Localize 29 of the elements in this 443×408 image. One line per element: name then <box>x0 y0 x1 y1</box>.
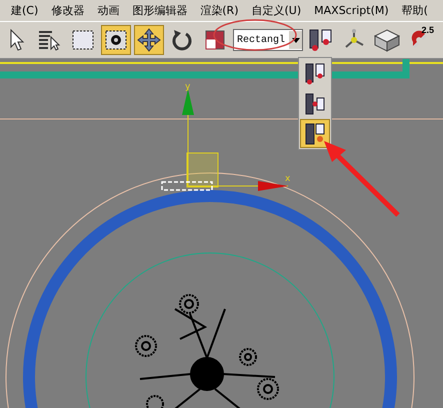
flyout-button[interactable] <box>300 119 330 148</box>
cursor-icon <box>9 29 25 51</box>
list-cursor-icon <box>38 29 62 51</box>
align-icon <box>304 92 326 116</box>
dashed-square-icon <box>71 29 95 51</box>
selection-dropdown[interactable]: Rectangl <box>233 29 303 51</box>
menu-item[interactable]: 图形编辑器 <box>132 3 188 18</box>
menu-item[interactable]: 渲染(R) <box>200 3 238 18</box>
snap-button[interactable]: 2.5 <box>405 25 435 55</box>
toolbar-button[interactable] <box>101 25 131 55</box>
square-icon <box>204 29 226 51</box>
menu-item[interactable]: 帮助( <box>402 3 428 18</box>
menu-item[interactable]: 修改器 <box>51 3 84 18</box>
toolbar-button[interactable] <box>134 25 164 55</box>
menu-item[interactable]: MAXScript(M) <box>314 4 389 17</box>
axis-label: x <box>285 174 290 184</box>
align-icon <box>304 122 326 146</box>
rotate-icon <box>171 28 193 52</box>
menu-item[interactable]: 自定义(U) <box>252 3 302 18</box>
menu-item[interactable]: 建(C) <box>11 3 38 18</box>
move-arrows-icon <box>137 28 161 52</box>
dashed-rectangle <box>161 181 213 191</box>
gizmo-plane <box>186 152 218 188</box>
target-square-icon <box>104 29 128 51</box>
menu-item[interactable]: 动画 <box>97 3 120 18</box>
caret-icon <box>292 38 300 42</box>
align-icon <box>308 28 334 52</box>
align-icon <box>304 62 326 86</box>
axis-label: y <box>185 82 190 92</box>
